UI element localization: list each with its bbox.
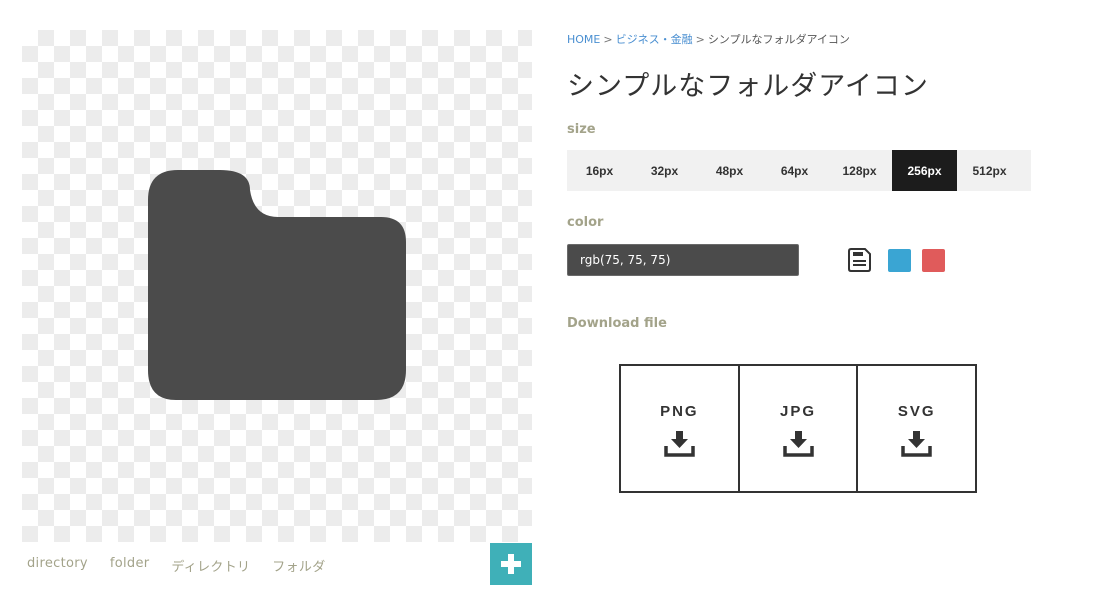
download-jpg-button[interactable]: JPG	[737, 366, 857, 491]
download-format-label: JPG	[780, 403, 817, 420]
color-swatch-red[interactable]	[922, 249, 945, 272]
size-option-32[interactable]: 32px	[632, 150, 697, 191]
tag-link[interactable]: ディレクトリ	[171, 556, 250, 575]
color-label: color	[567, 215, 604, 230]
breadcrumb-separator: >	[603, 33, 613, 46]
download-icon	[901, 431, 932, 457]
download-options: PNG JPG SVG	[619, 364, 977, 493]
download-svg-button[interactable]: SVG	[856, 366, 975, 491]
icon-preview	[22, 30, 532, 542]
tag-list: directory folder ディレクトリ フォルダ	[27, 556, 326, 575]
save-icon[interactable]	[848, 248, 871, 272]
folder-icon	[148, 170, 406, 400]
size-option-512[interactable]: 512px	[957, 150, 1022, 191]
size-option-64[interactable]: 64px	[762, 150, 827, 191]
size-option-128[interactable]: 128px	[827, 150, 892, 191]
download-format-label: PNG	[660, 403, 699, 420]
size-label: size	[567, 122, 596, 137]
tag-link[interactable]: フォルダ	[272, 556, 325, 575]
download-icon	[664, 431, 695, 457]
breadcrumb-separator: >	[695, 33, 705, 46]
color-input[interactable]	[567, 244, 799, 276]
tag-link[interactable]: directory	[27, 556, 88, 575]
download-png-button[interactable]: PNG	[621, 366, 738, 491]
size-option-256[interactable]: 256px	[892, 150, 957, 191]
tag-link[interactable]: folder	[110, 556, 150, 575]
page-title: シンプルなフォルダアイコン	[567, 71, 929, 102]
add-button[interactable]	[490, 543, 532, 585]
breadcrumb-category[interactable]: ビジネス・金融	[616, 33, 693, 46]
breadcrumb-home[interactable]: HOME	[567, 33, 600, 46]
plus-icon	[501, 554, 521, 574]
color-swatch-blue[interactable]	[888, 249, 911, 272]
size-selector: 16px 32px 48px 64px 128px 256px 512px	[567, 150, 1031, 191]
size-option-16[interactable]: 16px	[567, 150, 632, 191]
download-icon	[782, 431, 814, 457]
size-option-48[interactable]: 48px	[697, 150, 762, 191]
breadcrumb-current: シンプルなフォルダアイコン	[707, 33, 850, 46]
download-format-label: SVG	[897, 403, 936, 420]
download-label: Download file	[567, 316, 667, 331]
breadcrumb: HOME > ビジネス・金融 > シンプルなフォルダアイコン	[567, 31, 850, 47]
